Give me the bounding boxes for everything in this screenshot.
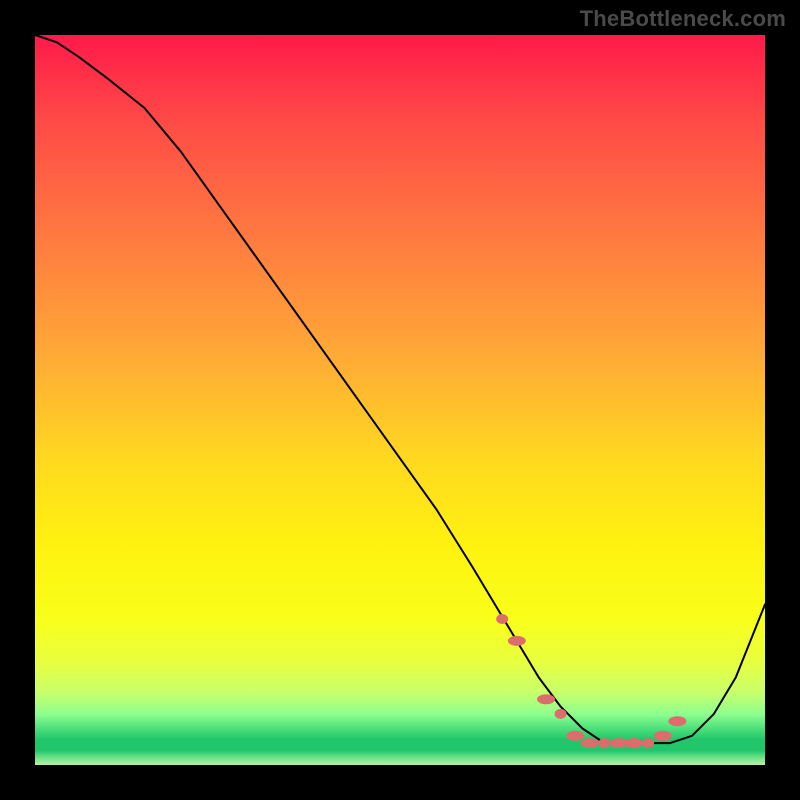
marker-group — [496, 614, 686, 748]
optimal-marker — [537, 694, 555, 704]
optimal-marker — [668, 716, 686, 726]
optimal-marker — [642, 738, 654, 748]
optimal-marker — [598, 738, 610, 748]
optimal-marker — [496, 614, 508, 624]
optimal-marker — [508, 636, 526, 646]
optimal-marker — [581, 738, 599, 748]
optimal-marker — [654, 731, 672, 741]
optimal-marker — [566, 731, 584, 741]
optimal-marker — [625, 738, 643, 748]
watermark-text: TheBottleneck.com — [580, 6, 786, 32]
plot-area — [35, 35, 765, 765]
bottleneck-curve — [35, 35, 765, 743]
curve-svg — [35, 35, 765, 765]
optimal-marker — [555, 709, 567, 719]
chart-frame: TheBottleneck.com — [0, 0, 800, 800]
